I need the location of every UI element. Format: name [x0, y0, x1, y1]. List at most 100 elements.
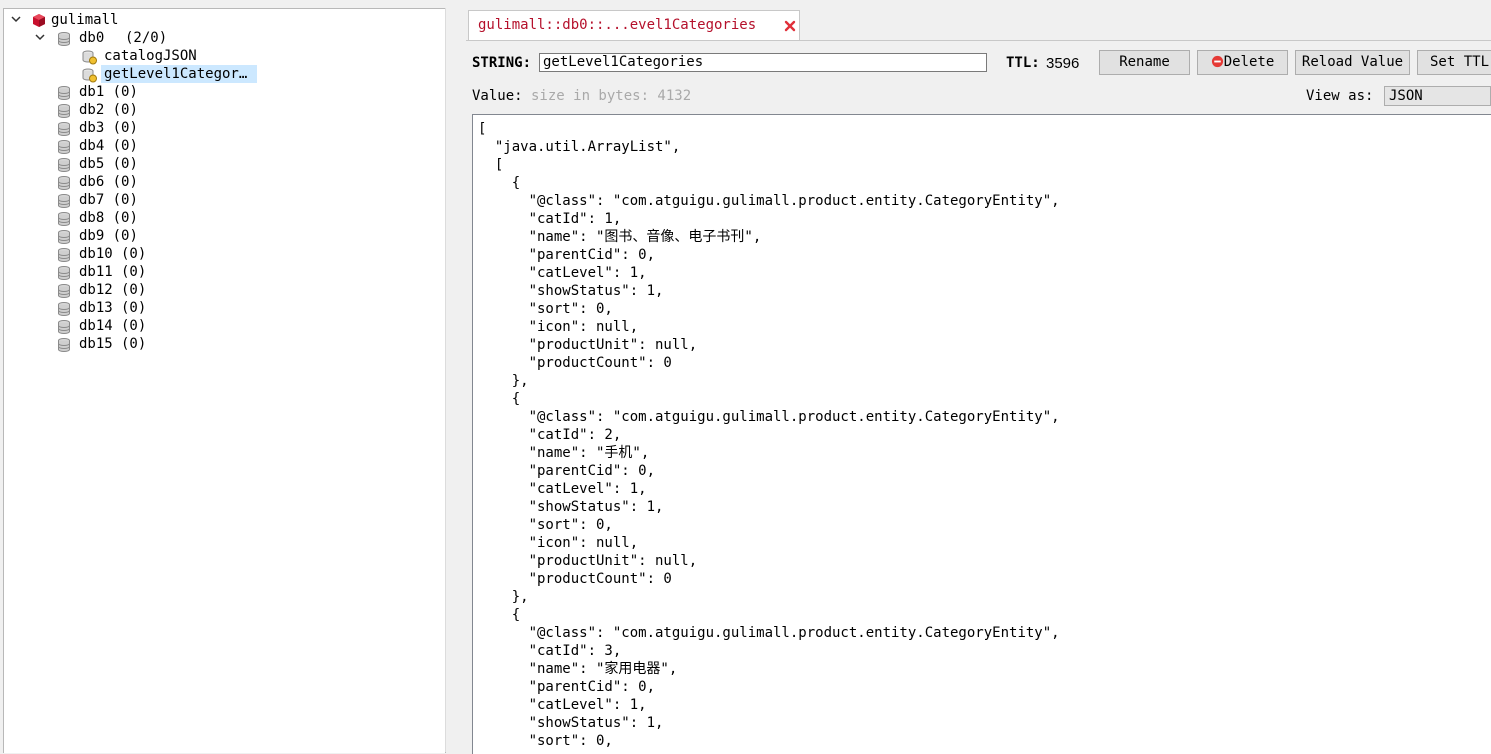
value-line: "catLevel": 1, [478, 481, 647, 497]
tree-db-row[interactable]: db11 (0) [4, 263, 445, 281]
tree-db-row[interactable]: db9 (0) [4, 227, 445, 245]
tree-db-row[interactable]: db3 (0) [4, 119, 445, 137]
value-line: "name": "家用电器", [478, 661, 678, 677]
value-editor[interactable]: [ "java.util.ArrayList", [ { "@class": "… [472, 114, 1491, 754]
tree-db-row[interactable]: db4 (0) [4, 137, 445, 155]
value-line: "parentCid": 0, [478, 679, 656, 695]
chevron-down-icon[interactable] [34, 31, 46, 43]
database-icon [58, 194, 70, 208]
tree-key-row-selected[interactable]: getLevel1Categor… [4, 65, 445, 83]
value-line: "productCount": 0 [478, 571, 672, 587]
tab-strip: gulimall::db0::...evel1Categories [466, 8, 1491, 41]
db-name: db2 [79, 102, 105, 118]
value-size-hint: size in bytes: 4132 [531, 88, 692, 104]
value-line: "@class": "com.atguigu.gulimall.product.… [478, 193, 1060, 209]
rename-button-label: Rename [1119, 54, 1170, 70]
tree-db-row[interactable]: db1 (0) [4, 83, 445, 101]
value-line: { [478, 607, 521, 623]
tree-connection-row[interactable]: gulimall [4, 11, 445, 29]
value-line: { [478, 175, 521, 191]
tree-scrollbar[interactable] [445, 8, 463, 752]
database-icon [58, 104, 70, 118]
db-name: db3 [79, 120, 105, 136]
value-line: "icon": null, [478, 535, 639, 551]
value-line: [ [478, 157, 504, 173]
db-name: db9 [79, 228, 105, 244]
database-icon [58, 158, 70, 172]
value-line: [ [478, 121, 487, 137]
tree-db-row[interactable]: db12 (0) [4, 281, 445, 299]
view-as-select[interactable]: JSON [1384, 86, 1491, 106]
key-name-input[interactable]: getLevel1Categories [539, 53, 987, 72]
value-line: "sort": 0, [478, 301, 613, 317]
db-name: db7 [79, 192, 105, 208]
rename-button[interactable]: Rename [1099, 50, 1190, 75]
value-line: "sort": 0, [478, 517, 613, 533]
db-count: (0) [112, 174, 138, 190]
tree-db-row[interactable]: db10 (0) [4, 245, 445, 263]
tree-db-row[interactable]: db7 (0) [4, 191, 445, 209]
key-label: getLevel1Categor… [101, 65, 258, 83]
connection-name: gulimall [51, 12, 119, 28]
ttl-label: TTL: [1006, 55, 1040, 71]
database-icon [58, 32, 70, 46]
delete-icon [1211, 55, 1223, 68]
key-tree-panel[interactable]: gulimall db0 (2/0) catalogJSON getLevel1… [3, 8, 446, 753]
database-icon [58, 122, 70, 136]
db-name: db5 [79, 156, 105, 172]
database-icon [58, 338, 70, 352]
tab-title: gulimall::db0::...evel1Categories [478, 17, 757, 33]
tab-key-view[interactable]: gulimall::db0::...evel1Categories [468, 10, 800, 41]
db-count: (0) [112, 102, 138, 118]
value-line: }, [478, 589, 529, 605]
tree-db-row[interactable]: db13 (0) [4, 299, 445, 317]
tree-key-row[interactable]: catalogJSON [4, 47, 445, 65]
delete-button[interactable]: Delete [1197, 50, 1288, 75]
delete-button-label: Delete [1223, 54, 1275, 70]
db-name: db6 [79, 174, 105, 190]
tree-db-row[interactable]: db15 (0) [4, 335, 445, 353]
db-count: (0) [121, 318, 147, 334]
key-view-panel: STRING: getLevel1Categories TTL: 3596 Re… [466, 40, 1491, 754]
value-line: "catId": 1, [478, 211, 622, 227]
db-count: (0) [121, 246, 147, 262]
value-line: "parentCid": 0, [478, 463, 656, 479]
db-name: db12 [79, 282, 113, 298]
tree-db-row[interactable]: db14 (0) [4, 317, 445, 335]
chevron-down-icon[interactable] [10, 13, 22, 25]
key-type-label: STRING: [472, 55, 532, 71]
key-label: catalogJSON [104, 48, 197, 64]
set-ttl-button-label: Set TTL [1430, 54, 1490, 70]
db-name: db10 [79, 246, 113, 262]
tree-db0-row[interactable]: db0 (2/0) [4, 29, 445, 47]
tree-db-row[interactable]: db6 (0) [4, 173, 445, 191]
value-label: Value: [472, 88, 523, 104]
value-line: "java.util.ArrayList", [478, 139, 681, 155]
db-count: (0) [112, 84, 138, 100]
set-ttl-button[interactable]: Set TTL [1417, 50, 1491, 75]
db0-count: (2/0) [125, 30, 168, 46]
database-icon [58, 140, 70, 154]
db-name: db15 [79, 336, 113, 352]
tree-db-row[interactable]: db2 (0) [4, 101, 445, 119]
close-icon[interactable] [784, 20, 796, 32]
value-line: "@class": "com.atguigu.gulimall.product.… [478, 625, 1060, 641]
value-line: "parentCid": 0, [478, 247, 656, 263]
value-text[interactable]: [ "java.util.ArrayList", [ { "@class": "… [478, 120, 1060, 750]
string-key-icon [82, 68, 97, 83]
value-line: "productUnit": null, [478, 337, 698, 353]
db-count: (0) [112, 192, 138, 208]
value-line: "name": "手机", [478, 445, 650, 461]
view-as-label: View as: [1306, 88, 1374, 104]
tree-db-row[interactable]: db5 (0) [4, 155, 445, 173]
database-icon [58, 176, 70, 190]
database-icon [58, 230, 70, 244]
value-line: "showStatus": 1, [478, 499, 664, 515]
reload-value-button[interactable]: Reload Value [1295, 50, 1410, 75]
tree-db-row[interactable]: db8 (0) [4, 209, 445, 227]
ttl-value: 3596 [1046, 55, 1080, 72]
db-name: db11 [79, 264, 113, 280]
db-count: (0) [112, 138, 138, 154]
view-as-selected: JSON [1389, 88, 1423, 104]
string-key-icon [82, 50, 97, 65]
